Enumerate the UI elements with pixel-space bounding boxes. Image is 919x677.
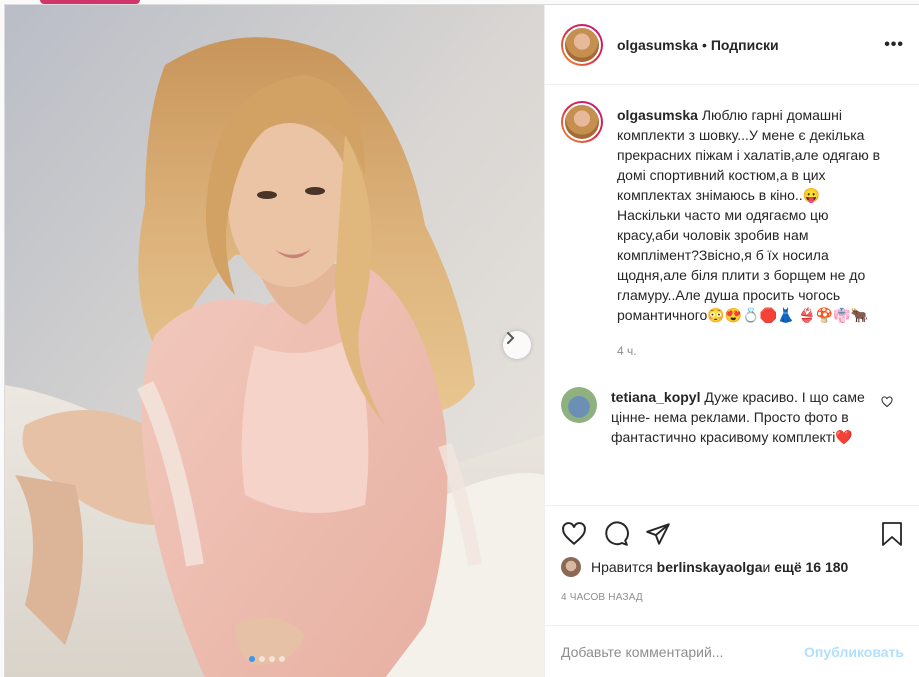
header-separator: •: [701, 36, 707, 53]
paper-plane-icon: [646, 522, 670, 545]
chevron-right-icon: [507, 332, 515, 344]
caption-text: Люблю гарні домашні комплекти з шовку...…: [617, 107, 881, 323]
heart-icon: [562, 521, 586, 545]
caption-time[interactable]: 4 ч.: [617, 341, 887, 361]
carousel-dot: [249, 656, 255, 662]
carousel-next-button[interactable]: [503, 331, 531, 359]
post-side-panel: olgasumska • Подписки ••• olgasumska Люб…: [544, 5, 919, 677]
comment-button[interactable]: [603, 521, 629, 547]
more-options-icon[interactable]: •••: [884, 36, 904, 54]
publish-button[interactable]: Опубликовать: [804, 644, 904, 660]
like-button[interactable]: [561, 521, 587, 547]
post-timestamp[interactable]: 4 ЧАСОВ НАЗАД: [561, 592, 643, 603]
heart-icon: [881, 396, 893, 408]
follow-status-button[interactable]: Подписки: [711, 37, 779, 53]
likes-prefix: Нравится: [591, 559, 653, 575]
likes-user-link[interactable]: berlinskayaolga: [657, 559, 763, 575]
likes-count-link[interactable]: ещё 16 180: [774, 559, 848, 575]
avatar[interactable]: [561, 387, 597, 423]
comment-username[interactable]: tetiana_kopyl: [611, 389, 700, 405]
avatar-image: [563, 25, 601, 64]
list-item: tetiana_kopyl Дуже красиво. І що саме ці…: [561, 387, 904, 447]
photo-illustration: [5, 5, 544, 677]
author-username[interactable]: olgasumska: [617, 37, 698, 53]
share-button[interactable]: [645, 521, 671, 547]
carousel-dot: [279, 656, 285, 662]
caption-avatar[interactable]: [561, 101, 603, 143]
post-actions: [545, 505, 919, 561]
comment-like-button[interactable]: [881, 395, 893, 447]
bookmark-icon: [882, 521, 902, 546]
comment-body: tetiana_kopyl Дуже красиво. І що саме ці…: [611, 387, 869, 447]
post-photo[interactable]: [5, 5, 544, 677]
carousel-dot: [259, 656, 265, 662]
comment-bubble-icon: [605, 521, 629, 546]
comments-list[interactable]: olgasumska Люблю гарні домашні комплекти…: [545, 85, 919, 505]
save-button[interactable]: [880, 521, 904, 547]
carousel-dots: [249, 656, 285, 662]
comment-input[interactable]: [561, 643, 805, 660]
post-dialog: olgasumska • Подписки ••• olgasumska Люб…: [4, 4, 919, 677]
avatar[interactable]: [561, 557, 581, 577]
post-header: olgasumska • Подписки •••: [545, 5, 919, 85]
avatar-image: [563, 103, 601, 141]
caption-body: olgasumska Люблю гарні домашні комплекти…: [617, 105, 887, 361]
carousel-dot: [269, 656, 275, 662]
add-comment-bar: Опубликовать: [545, 625, 919, 677]
likes-summary: Нравится berlinskayaolga и ещё 16 180: [561, 557, 848, 577]
author-avatar[interactable]: [561, 23, 603, 66]
post-caption: olgasumska Люблю гарні домашні комплекти…: [561, 101, 904, 361]
caption-username[interactable]: olgasumska: [617, 107, 698, 123]
likes-middle: и: [762, 559, 771, 575]
